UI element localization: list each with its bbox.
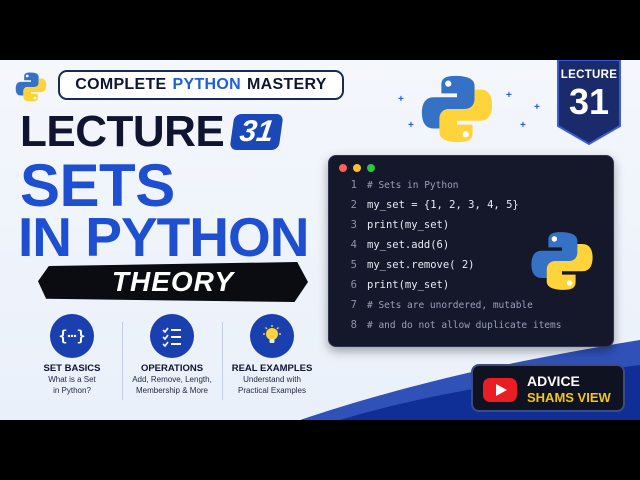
python-logo-small-icon xyxy=(15,72,47,102)
line-number: 7 xyxy=(350,299,357,311)
code-text: my_set = {1, 2, 3, 4, 5} xyxy=(367,199,519,211)
line-number: 4 xyxy=(350,239,357,251)
code-text: # Sets in Python xyxy=(367,179,459,191)
feature-desc-1: Add, Remove, Length, xyxy=(132,375,212,385)
sparkle-icon: + xyxy=(408,120,414,131)
feature-operations: OPERATIONS Add, Remove, Length, Membersh… xyxy=(122,314,222,414)
code-line: 8 # and do not allow duplicate items xyxy=(329,315,562,335)
feature-set-basics: { } SET BASICS What is a Set in Python? xyxy=(22,314,122,414)
title-line-2: IN PYTHON xyxy=(18,206,309,268)
feature-desc-2: Practical Examples xyxy=(237,386,307,396)
badge-number: 31 xyxy=(568,81,610,122)
lecture-heading: LECTURE 31 xyxy=(20,107,285,156)
feature-desc-1: What is a Set xyxy=(48,375,96,385)
feature-title: REAL EXAMPLES xyxy=(231,363,313,374)
line-number: 1 xyxy=(350,179,357,191)
minimize-dot-icon xyxy=(353,164,361,172)
feature-list: { } SET BASICS What is a Set in Python? … xyxy=(22,314,322,414)
sparkle-icon: + xyxy=(520,120,526,131)
feature-title: SET BASICS xyxy=(43,363,101,374)
lecture-number: 31 xyxy=(229,114,285,150)
code-text: # Sets are unordered, mutable xyxy=(367,299,533,311)
lecture-badge: LECTURE 31 xyxy=(556,60,622,146)
sparkle-icon: + xyxy=(506,90,512,101)
theory-tag: THEORY xyxy=(38,262,308,302)
lecture-word: LECTURE xyxy=(20,107,225,156)
code-text: # and do not allow duplicate items xyxy=(367,319,562,331)
feature-real-examples: REAL EXAMPLES Understand with Practical … xyxy=(222,314,322,414)
braces-dots-icon: { } xyxy=(50,314,94,358)
feature-desc-2: Membership & More xyxy=(135,386,209,396)
code-line: 3 print(my_set) xyxy=(329,215,450,235)
code-line: 2 my_set = {1, 2, 3, 4, 5} xyxy=(329,195,519,215)
channel-name-line-2: SHAMS VIEW xyxy=(527,390,611,405)
sparkle-icon: + xyxy=(534,102,540,113)
series-highlight: PYTHON xyxy=(172,76,242,93)
line-number: 5 xyxy=(350,259,357,271)
line-number: 3 xyxy=(350,219,357,231)
lightbulb-icon xyxy=(250,314,294,358)
line-number: 8 xyxy=(350,319,357,331)
code-line: 7 # Sets are unordered, mutable xyxy=(329,295,533,315)
code-text: print(my_set) xyxy=(367,219,450,231)
code-line: 5 my_set.remove( 2) xyxy=(329,255,475,275)
python-logo-editor-icon xyxy=(531,232,593,290)
line-number: 2 xyxy=(350,199,357,211)
sparkle-icon: + xyxy=(398,94,404,105)
series-suffix: MASTERY xyxy=(247,76,327,93)
code-line: 1 # Sets in Python xyxy=(329,175,459,195)
code-line: 6 print(my_set) xyxy=(329,275,450,295)
series-banner: COMPLETE PYTHON MASTERY xyxy=(58,70,344,100)
code-line: 4 my_set.add(6) xyxy=(329,235,450,255)
maximize-dot-icon xyxy=(367,164,375,172)
checklist-icon xyxy=(150,314,194,358)
code-text: print(my_set) xyxy=(367,279,450,291)
window-controls xyxy=(339,164,375,172)
python-logo-large-icon xyxy=(421,75,493,143)
feature-desc-2: in Python? xyxy=(53,386,91,396)
series-prefix: COMPLETE xyxy=(75,76,167,93)
code-text: my_set.add(6) xyxy=(367,239,450,251)
code-text: my_set.remove( 2) xyxy=(367,259,475,271)
channel-badge[interactable]: ADVICE SHAMS VIEW xyxy=(471,364,625,412)
feature-title: OPERATIONS xyxy=(140,363,204,374)
theory-label: THEORY xyxy=(111,266,235,297)
youtube-play-icon xyxy=(483,378,517,402)
close-dot-icon xyxy=(339,164,347,172)
line-number: 6 xyxy=(350,279,357,291)
channel-name-line-1: ADVICE xyxy=(527,373,580,389)
feature-desc-1: Understand with xyxy=(243,375,301,385)
badge-label: LECTURE xyxy=(560,69,618,81)
